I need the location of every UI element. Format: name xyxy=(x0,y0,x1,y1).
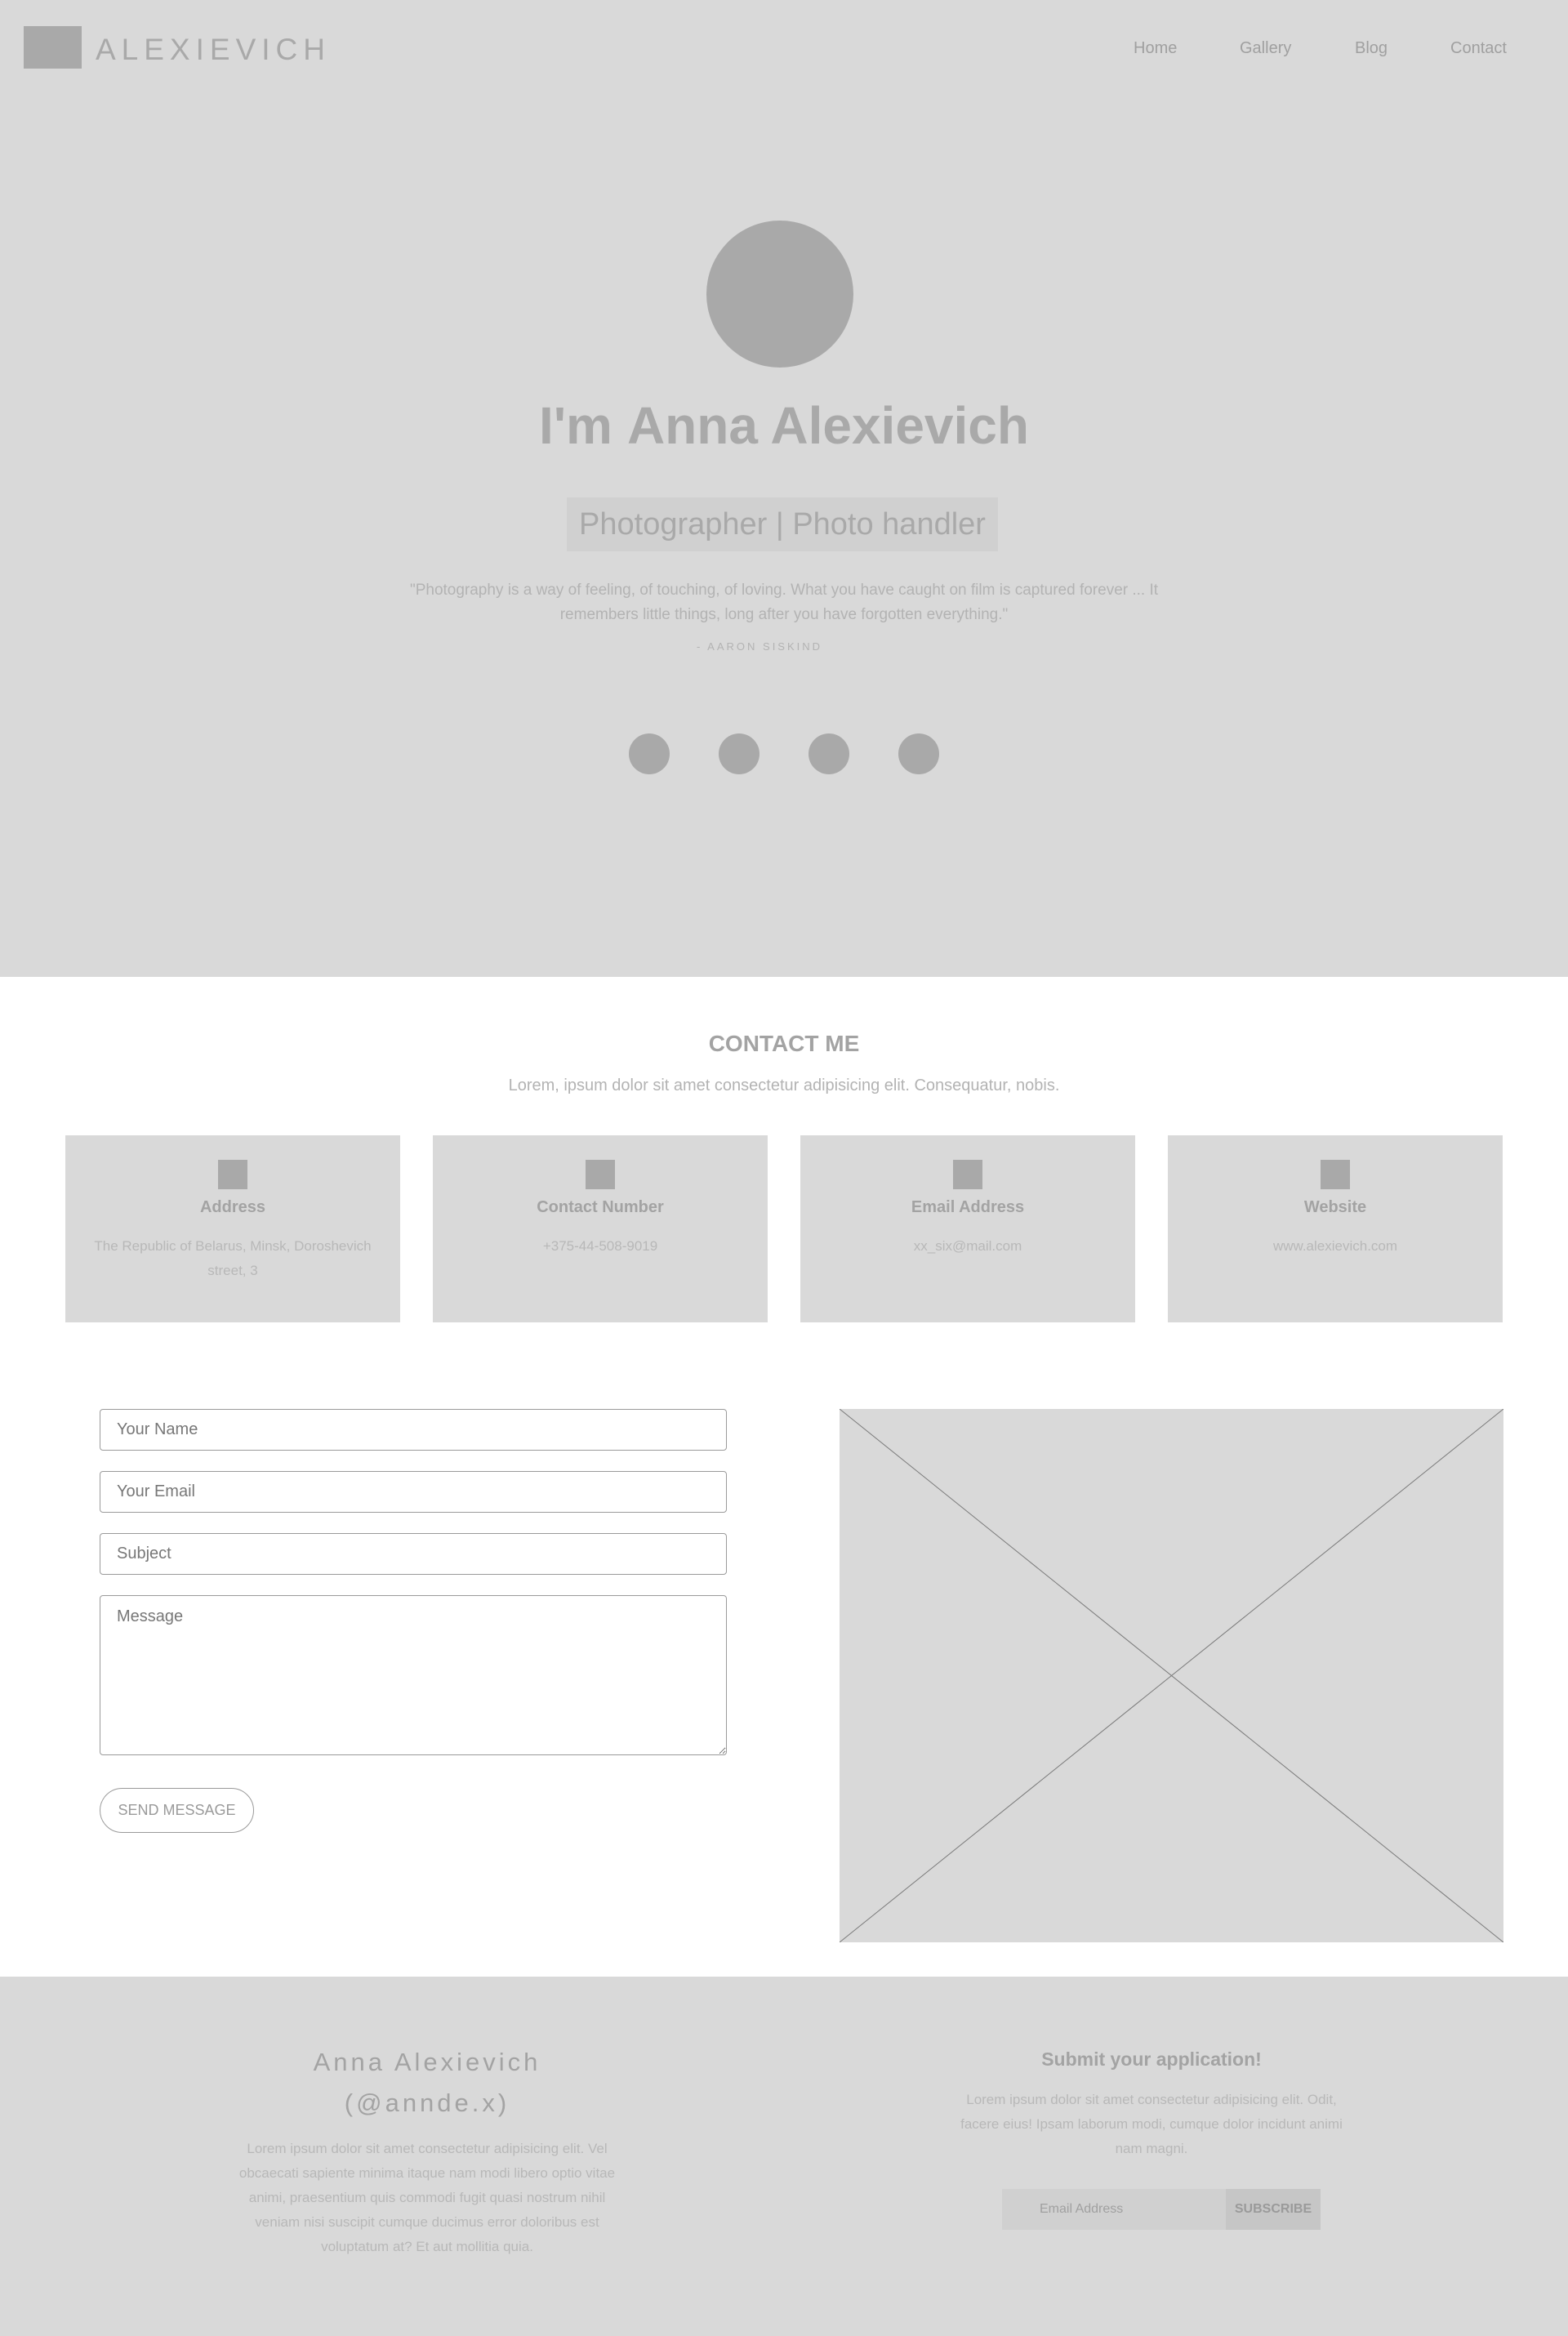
footer-name-block: Anna Alexievich (@annde.x) xyxy=(231,2042,623,2124)
brand-name[interactable]: ALEXIEVICH xyxy=(96,33,331,67)
contact-card-website: Website www.alexievich.com xyxy=(1168,1135,1503,1322)
hero-title-name: Anna Alexievich xyxy=(626,396,1029,455)
subject-input[interactable] xyxy=(100,1533,727,1575)
card-text: xx_six@mail.com xyxy=(913,1238,1022,1254)
message-textarea[interactable] xyxy=(100,1595,727,1755)
social-icon-3[interactable] xyxy=(808,733,849,774)
card-title: Website xyxy=(1303,1198,1367,1216)
contact-card-email: Email Address xx_six@mail.com xyxy=(800,1135,1135,1322)
globe-icon xyxy=(1321,1160,1350,1189)
social-icon-4[interactable] xyxy=(898,733,939,774)
social-icon-1[interactable] xyxy=(629,733,670,774)
newsletter-email-input[interactable] xyxy=(1002,2189,1226,2230)
email-input[interactable] xyxy=(100,1471,727,1513)
hero-title-prefix: I'm xyxy=(539,396,612,455)
nav-contact[interactable]: Contact xyxy=(1450,39,1507,58)
nav-gallery[interactable]: Gallery xyxy=(1240,39,1291,58)
footer-handle: (@annde.x) xyxy=(344,2089,510,2117)
card-text: The Republic of Belarus, Minsk, Doroshev… xyxy=(94,1238,372,1278)
footer: Anna Alexievich (@annde.x) Lorem ipsum d… xyxy=(0,1977,1568,2336)
logo-image[interactable] xyxy=(24,26,82,69)
contact-subtitle: Lorem, ipsum dolor sit amet consectetur … xyxy=(508,1077,1060,1094)
application-title: Submit your application! xyxy=(1041,2048,1262,2070)
hero-quote: "Photography is a way of feeling, of tou… xyxy=(409,582,1159,623)
subscribe-button[interactable]: SUBSCRIBE xyxy=(1226,2189,1321,2230)
quote-author: - AARON SISKIND xyxy=(696,640,823,653)
address-icon xyxy=(218,1160,247,1189)
nav-home[interactable]: Home xyxy=(1134,39,1177,58)
hero-title: I'm Anna Alexievich xyxy=(0,395,1568,456)
social-icon-2[interactable] xyxy=(719,733,760,774)
card-title: Contact Number xyxy=(537,1198,664,1216)
application-text: Lorem ipsum dolor sit amet consectetur a… xyxy=(960,2092,1343,2156)
email-icon xyxy=(953,1160,982,1189)
role-badge: Photographer | Photo handler xyxy=(567,497,998,551)
image-placeholder xyxy=(840,1409,1503,1942)
contact-card-phone: Contact Number +375-44-508-9019 xyxy=(433,1135,768,1322)
phone-icon xyxy=(586,1160,615,1189)
contact-title: CONTACT ME xyxy=(708,1031,860,1056)
avatar xyxy=(706,221,853,368)
contact-card-address: Address The Republic of Belarus, Minsk, … xyxy=(65,1135,400,1322)
send-message-button[interactable]: SEND MESSAGE xyxy=(100,1788,254,1833)
nav-blog[interactable]: Blog xyxy=(1355,39,1388,58)
placeholder-cross-icon xyxy=(840,1409,1503,1942)
card-text: www.alexievich.com xyxy=(1272,1238,1398,1254)
card-title: Email Address xyxy=(911,1198,1025,1216)
card-title: Address xyxy=(199,1198,266,1216)
footer-text: Lorem ipsum dolor sit amet consectetur a… xyxy=(238,2141,616,2254)
hero-section: ALEXIEVICH Home Gallery Blog Contact I'm… xyxy=(0,0,1568,977)
card-text: +375-44-508-9019 xyxy=(542,1238,658,1254)
name-input[interactable] xyxy=(100,1409,727,1451)
footer-name: Anna Alexievich xyxy=(313,2048,541,2076)
